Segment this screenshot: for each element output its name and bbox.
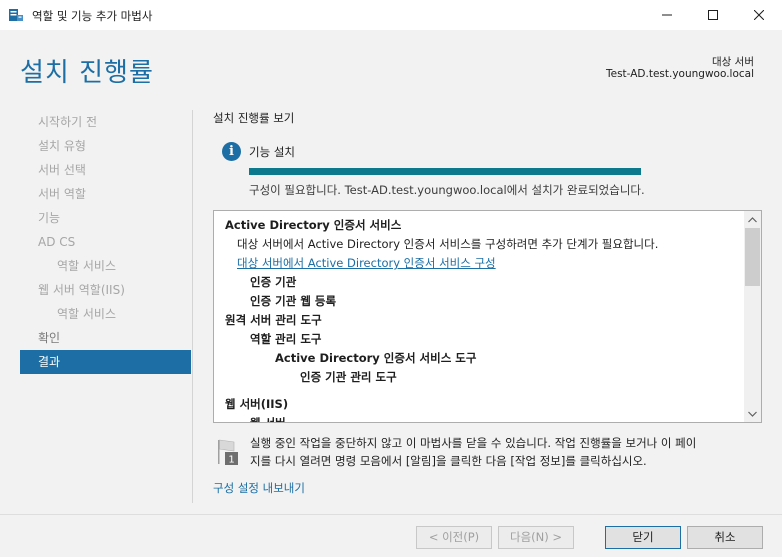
nav-item-results[interactable]: 결과 [20,350,191,374]
results-content: Active Directory 인증서 서비스 대상 서버에서 Active … [225,216,740,423]
configure-ad-cs-link[interactable]: 대상 서버에서 Active Directory 인증서 서비스 구성 [225,254,740,273]
result-ad-cs-heading: Active Directory 인증서 서비스 [225,218,402,232]
scroll-thumb[interactable] [745,228,760,286]
close-window-button[interactable] [736,0,782,30]
cancel-button[interactable]: 취소 [687,526,763,549]
result-web-server-iis-heading: 웹 서버(IIS) [225,397,289,411]
notification-count-badge: 1 [228,455,234,466]
previous-button[interactable]: < 이전(P) [416,526,492,549]
minimize-button[interactable] [644,0,690,30]
main-panel: 설치 진행률 보기 i 기능 설치 구성이 필요합니다. Test-AD.tes… [213,102,773,514]
chevron-down-icon [748,411,757,417]
nav-item-server-roles: 서버 역할 [38,187,86,201]
result-ad-cs-tools: Active Directory 인증서 서비스 도구 [275,351,477,365]
scroll-up-button[interactable] [744,211,761,228]
wizard-header: 설치 진행률 대상 서버 Test-AD.test.youngwoo.local [0,30,782,102]
view-progress-label: 설치 진행률 보기 [213,111,295,125]
destination-server-label: 대상 서버 [712,56,754,68]
wizard-content: 시작하기 전 설치 유형 서버 선택 서버 역할 기능 AD CS 역할 서비스… [0,102,782,514]
result-role-admin-tools: 역할 관리 도구 [250,332,322,346]
nav-item-web-server-role: 웹 서버 역할(IIS) [38,283,125,297]
export-configuration-link[interactable]: 구성 설정 내보내기 [213,480,305,496]
result-web-server: 웹 서버 [250,416,286,423]
notice-text-line-1: 실행 중인 작업을 중단하지 않고 이 마법사를 닫을 수 있습니다. 작업 진… [250,436,697,450]
nav-item-ad-cs: AD CS [38,235,76,249]
nav-item-features: 기능 [38,211,61,225]
server-manager-icon [9,9,23,21]
maximize-button[interactable] [690,0,736,30]
result-ca-web-enrollment: 인증 기관 웹 등록 [250,294,337,308]
nav-item-ad-cs-role-services: 역할 서비스 [57,259,117,273]
maximize-icon [708,10,718,20]
nav-item-confirmation[interactable]: 확인 [20,326,191,350]
nav-item-before-you-begin: 시작하기 전 [38,115,98,129]
result-rsat-heading: 원격 서버 관리 도구 [225,313,322,327]
feature-install-label: 기능 설치 [249,145,295,159]
chevron-up-icon [748,216,757,222]
result-spacer [225,387,740,395]
installation-progress-bar [249,168,641,175]
window-title: 역할 및 기능 추가 마법사 [32,9,153,23]
results-list[interactable]: Active Directory 인증서 서비스 대상 서버에서 Active … [213,210,762,423]
title-bar: 역할 및 기능 추가 마법사 [0,0,782,30]
nav-item-iis-role-services: 역할 서비스 [57,307,117,321]
notice-text: 실행 중인 작업을 중단하지 않고 이 마법사를 닫을 수 있습니다. 작업 진… [250,434,770,470]
progress-fill [249,168,641,175]
nav-item-installation-type: 설치 유형 [38,139,86,153]
nav-item-server-selection: 서버 선택 [38,163,86,177]
result-certification-authority: 인증 기관 [250,275,297,289]
minimize-icon [662,14,672,16]
next-button[interactable]: 다음(N) > [498,526,574,549]
notice-text-line-2: 지를 다시 열려면 명령 모음에서 [알림]을 클릭한 다음 [작업 정보]를 … [250,454,647,468]
result-ca-management-tools: 인증 기관 관리 도구 [300,370,397,384]
notification-flag-icon: 1 [218,439,238,466]
close-button[interactable]: 닫기 [605,526,681,549]
destination-server-name: Test-AD.test.youngwoo.local [605,68,754,80]
page-title: 설치 진행률 [20,58,154,88]
close-icon [754,10,764,20]
wizard-footer: < 이전(P) 다음(N) > 닫기 취소 [0,514,782,557]
info-icon: i [222,142,241,161]
status-message: 구성이 필요합니다. Test-AD.test.youngwoo.local에서… [249,183,645,197]
results-scrollbar[interactable] [744,211,761,422]
result-ad-cs-note: 대상 서버에서 Active Directory 인증서 서비스를 구성하려면 … [237,237,659,251]
scroll-down-button[interactable] [744,405,761,422]
nav-divider [192,110,193,503]
wizard-nav: 시작하기 전 설치 유형 서버 선택 서버 역할 기능 AD CS 역할 서비스… [20,110,191,374]
